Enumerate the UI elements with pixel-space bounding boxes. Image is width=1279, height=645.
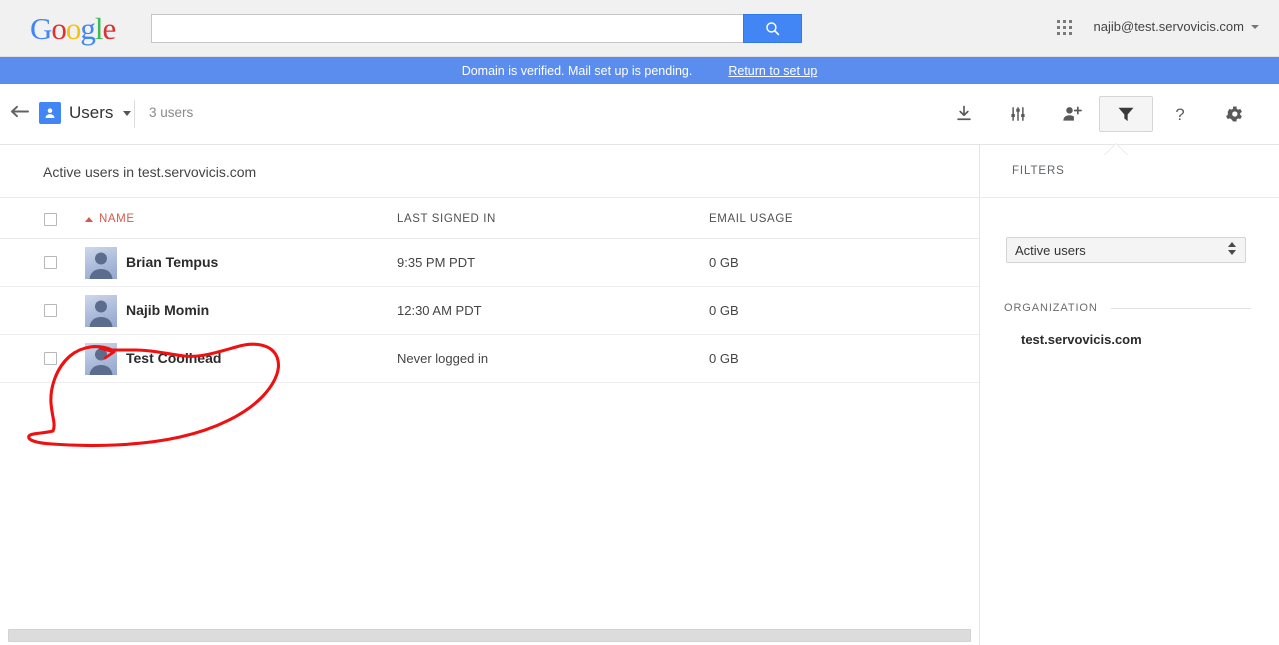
apps-grid-dot — [1069, 20, 1072, 23]
chevron-down-icon — [1228, 250, 1236, 255]
download-icon — [957, 105, 971, 121]
logo-letter: g — [80, 11, 95, 46]
funnel-icon — [1118, 107, 1134, 122]
question-mark-icon: ? — [1175, 105, 1184, 124]
row-last-signed-in: 9:35 PM PDT — [397, 255, 476, 270]
main-content: Active users in test.servovicis.com NAME… — [0, 145, 1279, 645]
settings-button[interactable] — [1207, 96, 1261, 132]
row-last-signed-in: Never logged in — [397, 351, 489, 366]
user-icon — [39, 102, 61, 124]
filters-heading: FILTERS — [1012, 165, 1065, 177]
search-button[interactable] — [743, 14, 802, 43]
default-avatar-icon — [89, 348, 113, 375]
back-arrow-icon — [11, 105, 29, 118]
filter-panel-pointer — [1105, 144, 1127, 155]
svg-text:?: ? — [1175, 105, 1184, 124]
users-table-pane: Active users in test.servovicis.com NAME… — [0, 145, 980, 645]
sort-ascending-icon — [85, 216, 93, 222]
organization-item[interactable]: test.servovicis.com — [1021, 332, 1142, 347]
row-name: Brian Tempus — [126, 254, 219, 270]
search-bar — [151, 14, 802, 43]
banner-message: Domain is verified. Mail set up is pendi… — [461, 63, 693, 78]
filters-divider — [981, 197, 1279, 198]
account-email: najib@test.servovicis.com — [1093, 19, 1244, 34]
account-menu[interactable]: najib@test.servovicis.com — [1094, 19, 1259, 34]
default-avatar-icon — [89, 300, 113, 327]
organization-heading: ORGANIZATION — [1004, 302, 1098, 314]
default-avatar-icon — [89, 252, 113, 279]
search-input[interactable] — [151, 14, 743, 43]
apps-grid-dot — [1063, 32, 1066, 35]
apps-grid-dot — [1057, 26, 1060, 29]
search-icon — [766, 22, 780, 36]
filter-button[interactable] — [1099, 96, 1153, 132]
help-button[interactable]: ? — [1153, 96, 1207, 132]
sliders-icon — [1011, 107, 1025, 121]
chevron-down-icon — [123, 110, 132, 116]
table-row[interactable]: Brian Tempus 9:35 PM PDT 0 GB — [0, 239, 979, 287]
avatar — [85, 295, 117, 327]
toolbar-actions: ? — [937, 96, 1261, 132]
select-all-checkbox[interactable] — [44, 213, 57, 226]
apps-grid-dot — [1069, 32, 1072, 35]
horizontal-scrollbar[interactable] — [8, 629, 971, 642]
row-last-signed-in: 12:30 AM PDT — [397, 303, 482, 318]
table-row[interactable]: Test Coolhead Never logged in 0 GB — [0, 335, 979, 383]
row-checkbox[interactable] — [44, 304, 57, 317]
logo-letter: o — [51, 11, 66, 46]
table-title: Active users in test.servovicis.com — [43, 164, 257, 180]
logo-letter: e — [102, 11, 117, 46]
user-status-select[interactable]: Active users — [1006, 237, 1246, 263]
row-checkbox[interactable] — [44, 352, 57, 365]
apps-grid-dot — [1069, 26, 1072, 29]
apps-grid-dot — [1057, 20, 1060, 23]
logo-letter: o — [65, 11, 81, 46]
apps-grid-dot — [1063, 26, 1066, 29]
spinner-arrows-icon — [1228, 242, 1236, 255]
apps-grid-icon[interactable] — [1057, 20, 1074, 37]
page-toolbar: Users 3 users ? — [0, 84, 1279, 145]
download-button[interactable] — [937, 96, 991, 132]
filters-panel: FILTERS Active users ORGANIZATION test.s… — [981, 145, 1279, 645]
add-user-button[interactable] — [1045, 96, 1099, 132]
row-name: Najib Momin — [126, 302, 210, 318]
logo-letter: G — [30, 11, 52, 46]
row-email-usage: 0 GB — [709, 303, 739, 318]
column-header-email-usage[interactable]: EMAIL USAGE — [709, 213, 793, 225]
chevron-up-icon — [1228, 242, 1236, 247]
columns-button[interactable] — [991, 96, 1045, 132]
return-to-setup-link[interactable]: Return to set up — [728, 64, 817, 78]
avatar — [85, 343, 117, 375]
table-row[interactable]: Najib Momin 12:30 AM PDT 0 GB — [0, 287, 979, 335]
user-glyph — [45, 108, 55, 118]
apps-grid-dot — [1057, 32, 1060, 35]
status-banner: Domain is verified. Mail set up is pendi… — [0, 57, 1279, 84]
user-count-label: 3 users — [149, 105, 194, 120]
row-email-usage: 0 GB — [709, 351, 739, 366]
avatar — [85, 247, 117, 279]
toolbar-divider — [134, 100, 135, 128]
row-email-usage: 0 GB — [709, 255, 739, 270]
column-header-name-label: NAME — [99, 213, 135, 225]
table-header-row: NAME LAST SIGNED IN EMAIL USAGE — [0, 197, 979, 239]
users-table-body: Brian Tempus 9:35 PM PDT 0 GB Najib Momi… — [0, 239, 979, 383]
apps-grid-dot — [1063, 20, 1066, 23]
google-logo[interactable]: Google — [30, 11, 117, 46]
section-selector[interactable]: Users — [39, 102, 132, 124]
section-label: Users — [69, 103, 114, 122]
user-status-select-value: Active users — [1015, 242, 1086, 258]
logo-letter: l — [94, 11, 104, 46]
row-checkbox[interactable] — [44, 256, 57, 269]
google-header-bar: Google najib@test.servovicis.com — [0, 0, 1279, 57]
gear-icon — [1226, 106, 1242, 122]
chevron-down-icon — [1251, 24, 1259, 29]
organization-divider — [1111, 308, 1251, 309]
row-name: Test Coolhead — [126, 350, 222, 366]
column-header-last-signed-in[interactable]: LAST SIGNED IN — [397, 213, 496, 225]
back-button[interactable] — [10, 105, 30, 123]
add-person-icon — [1063, 106, 1082, 121]
column-header-name[interactable]: NAME — [85, 213, 135, 225]
